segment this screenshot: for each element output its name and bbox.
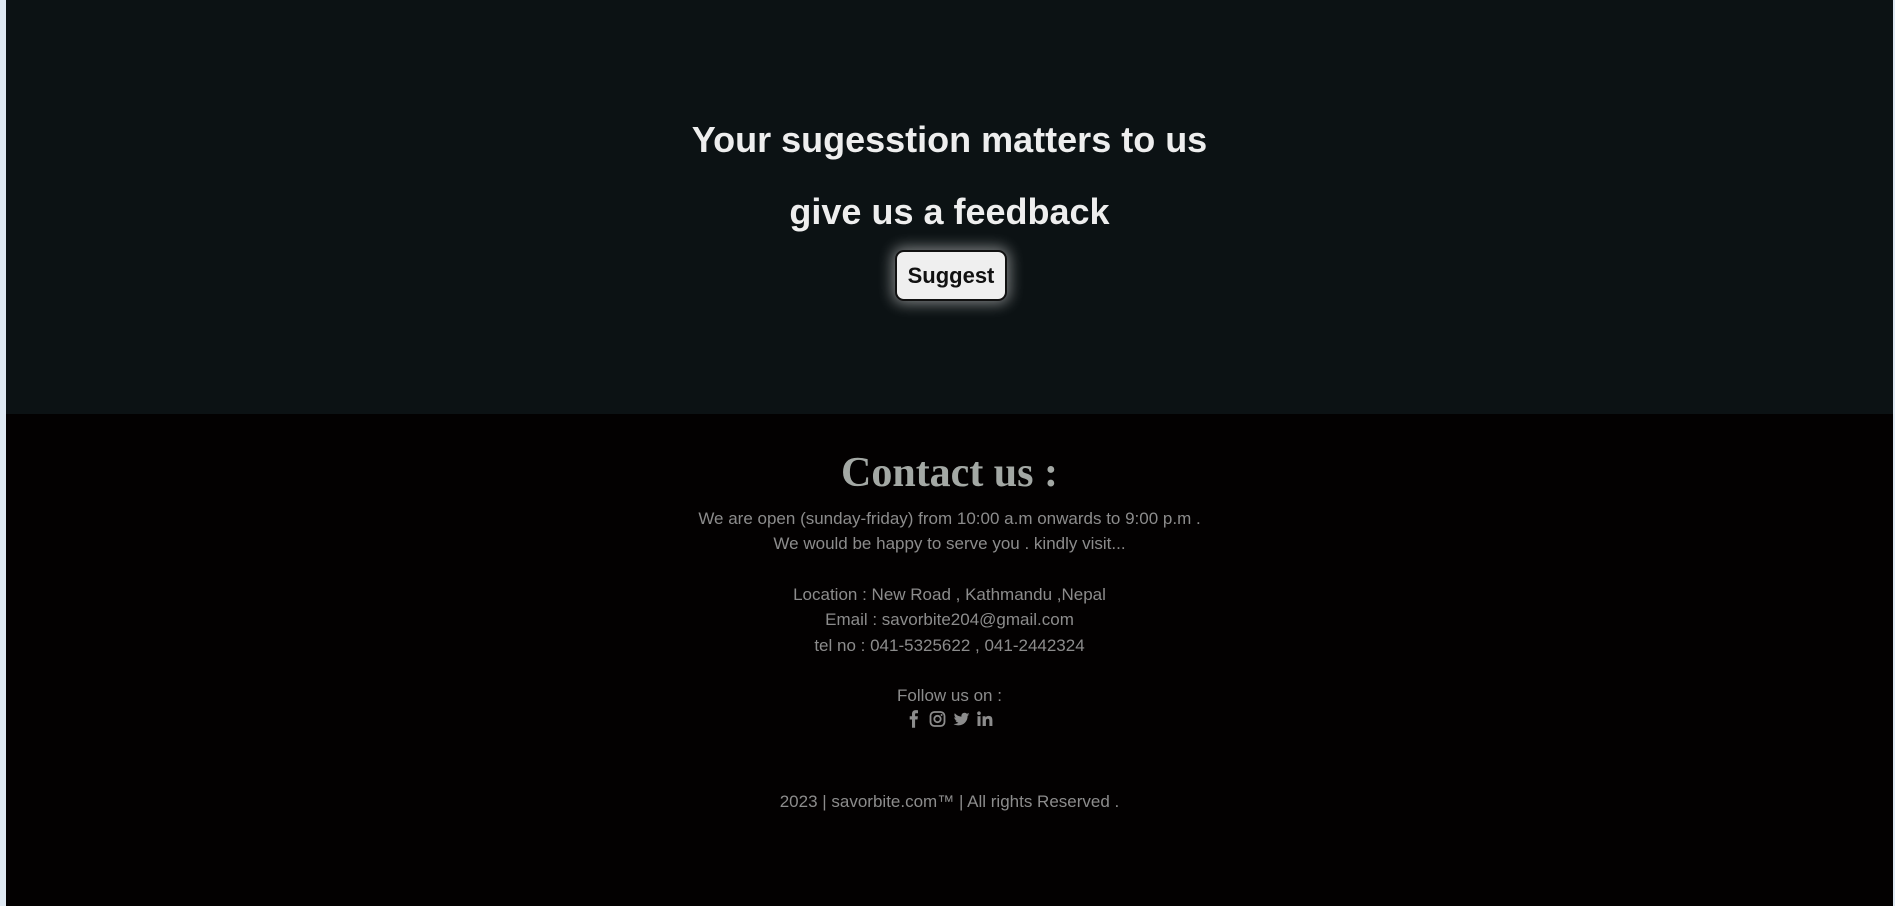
facebook-icon[interactable] xyxy=(906,710,923,728)
page: Your sugesstion matters to us give us a … xyxy=(6,0,1893,906)
linkedin-icon[interactable] xyxy=(976,710,993,728)
footer: Contact us : We are open (sunday-friday)… xyxy=(6,414,1893,906)
email-text: Email : savorbite204@gmail.com xyxy=(825,610,1074,629)
phone-text: tel no : 041-5325622 , 041-2442324 xyxy=(814,636,1085,655)
follow-label: Follow us on : xyxy=(897,686,1002,705)
visit-invite: We would be happy to serve you . kindly … xyxy=(773,534,1126,553)
feedback-heading: Your sugesstion matters to us xyxy=(691,119,1208,160)
copyright-text: 2023 | savorbite.com™ | All rights Reser… xyxy=(779,792,1120,811)
feedback-section: Your sugesstion matters to us give us a … xyxy=(6,0,1893,414)
contact-title: Contact us : xyxy=(841,450,1058,496)
social-links xyxy=(6,710,1893,730)
instagram-icon[interactable] xyxy=(929,710,946,728)
suggest-button[interactable]: Suggest xyxy=(895,250,1007,301)
feedback-subheading: give us a feedback xyxy=(789,191,1110,232)
location-text: Location : New Road , Kathmandu ,Nepal xyxy=(793,585,1106,604)
twitter-icon[interactable] xyxy=(953,710,970,728)
opening-hours: We are open (sunday-friday) from 10:00 a… xyxy=(698,509,1201,528)
